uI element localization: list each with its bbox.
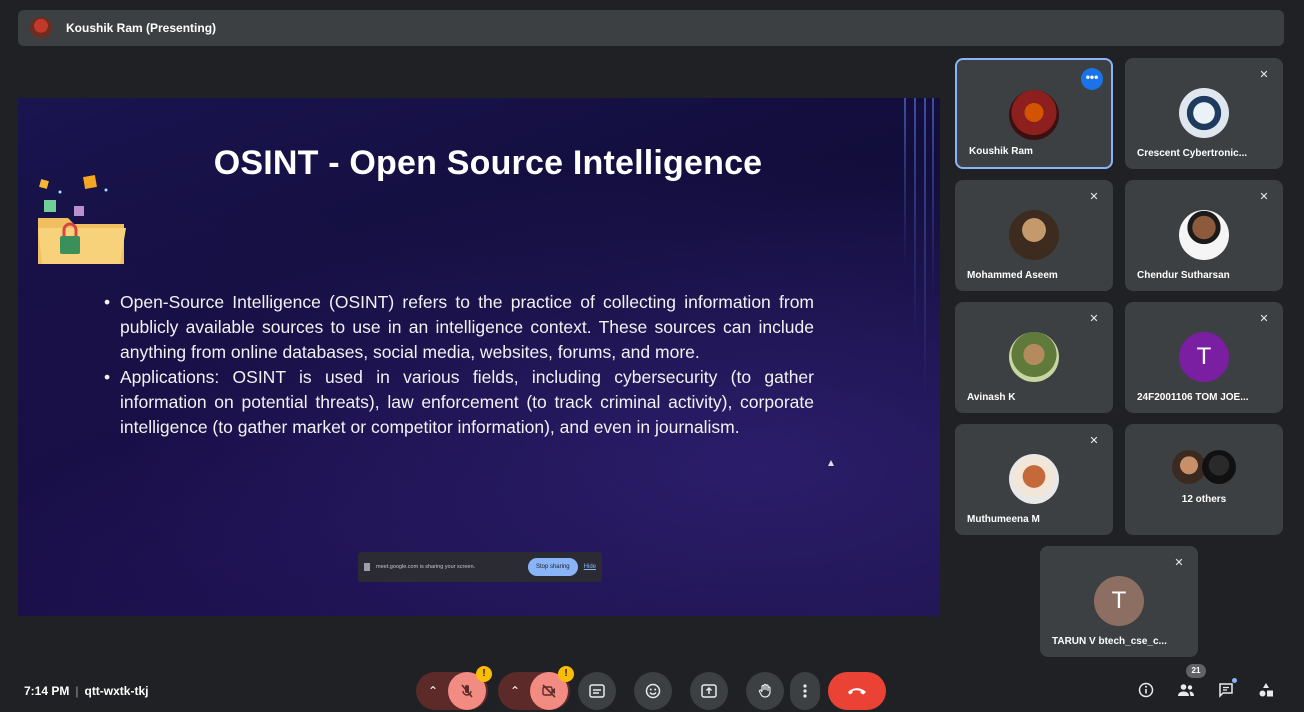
activities-icon[interactable] [1256,682,1276,702]
others-count: 12 others [1181,494,1227,505]
hide-notice-link[interactable]: Hide [584,564,596,570]
leave-call-button[interactable] [828,672,886,710]
participant-tile-koushik[interactable]: ••• Koushik Ram [955,58,1113,169]
folder-lock-icon [38,175,126,264]
participant-avatar [1179,210,1229,260]
participant-tile-chendur[interactable]: ✕ Chendur Sutharsan [1125,180,1283,291]
participant-tile-tarun[interactable]: T ✕ TARUN V btech_cse_c... [1040,546,1198,657]
camera-options-icon[interactable]: ⌃ [500,684,530,698]
participant-tile-muthumeena[interactable]: ✕ Muthumeena M [955,424,1113,535]
participant-name: TARUN V btech_cse_c... [1052,636,1167,647]
camera-off-icon [542,684,556,698]
participant-tile-crescent[interactable]: ✕ Crescent Cybertronic... [1125,58,1283,169]
end-call-icon [848,688,866,695]
mic-off-icon: ✕ [1259,313,1269,325]
more-vert-icon [803,684,807,698]
participant-avatar: T [1094,576,1144,626]
participant-avatar [1009,210,1059,260]
camera-control: ⌃ ! [498,666,574,710]
bullet-applications: Applications: OSINT is used in various f… [104,365,814,440]
camera-warning-badge: ! [558,666,574,682]
participant-name: Koushik Ram [969,146,1033,157]
participant-tile-others[interactable]: 12 others [1125,424,1283,535]
camera-toggle-button[interactable]: ! [530,666,574,710]
raise-hand-button[interactable] [746,672,784,710]
mic-control: ⌃ ! [416,666,492,710]
mic-toggle-button[interactable]: ! [448,666,492,710]
drag-handle-icon[interactable] [364,563,370,571]
others-avatars [1172,450,1236,484]
screen-share-notice: meet.google.com is sharing your screen. … [358,552,602,582]
meeting-info: 7:14 PM | qtt-wxtk-tkj [24,684,149,698]
chat-notification-dot [1232,678,1237,683]
meeting-control-bar: 7:14 PM | qtt-wxtk-tkj ⌃ ! ⌃ ! 21 [0,664,1304,712]
mic-off-icon: ✕ [1259,69,1269,81]
mic-off-icon: ✕ [1089,191,1099,203]
participant-avatar [1009,454,1059,504]
slide-bullets: Open-Source Intelligence (OSINT) refers … [104,290,814,440]
meeting-time: 7:14 PM [24,684,70,698]
mouse-cursor-icon [828,460,834,466]
participant-name: 24F2001106 TOM JOE... [1137,392,1249,403]
bullet-definition: Open-Source Intelligence (OSINT) refers … [104,290,814,365]
mic-off-icon: ✕ [1259,191,1269,203]
participant-tile-tom[interactable]: T ✕ 24F2001106 TOM JOE... [1125,302,1283,413]
people-icon[interactable] [1176,682,1196,702]
mic-off-icon: ✕ [1174,557,1184,569]
present-screen-button[interactable] [690,672,728,710]
mic-off-icon [461,684,473,698]
captions-icon [589,684,605,698]
hand-icon [758,683,771,698]
present-icon [701,684,717,698]
slide-title: OSINT - Open Source Intelligence [213,144,763,182]
participant-name: Chendur Sutharsan [1137,270,1230,281]
share-notice-text: meet.google.com is sharing your screen. [376,564,476,570]
mic-options-icon[interactable]: ⌃ [418,684,448,698]
presenter-name: Koushik Ram (Presenting) [66,21,217,35]
participant-name: Mohammed Aseem [967,270,1058,281]
participant-avatar [1009,332,1059,382]
stop-sharing-button[interactable]: Stop sharing [527,558,578,576]
reactions-button[interactable] [634,672,672,710]
participant-avatar [1009,90,1059,140]
meeting-code: qtt-wxtk-tkj [84,684,149,698]
mic-off-icon: ✕ [1089,435,1099,447]
more-options-icon[interactable]: ••• [1081,68,1103,90]
participant-count-badge: 21 [1186,664,1206,678]
chat-icon[interactable] [1216,682,1236,702]
mic-off-icon: ✕ [1089,313,1099,325]
participant-tile-mohammed[interactable]: ✕ Mohammed Aseem [955,180,1113,291]
captions-button[interactable] [578,672,616,710]
emoji-icon [645,683,661,699]
participant-tile-avinash[interactable]: ✕ Avinash K [955,302,1113,413]
presenter-bar: Koushik Ram (Presenting) [18,10,1284,46]
participant-name: Crescent Cybertronic... [1137,148,1248,159]
more-options-button[interactable] [790,672,820,710]
participant-name: Muthumeena M [967,514,1040,525]
shared-screen: OSINT - Open Source Intelligence Open-So… [18,98,940,616]
meeting-details-icon[interactable] [1136,682,1156,702]
decorative-streaks [900,98,940,616]
participant-name: Avinash K [967,392,1016,403]
participant-avatar [1179,88,1229,138]
participant-avatar: T [1179,332,1229,382]
mic-warning-badge: ! [476,666,492,682]
presenter-avatar [30,17,52,39]
